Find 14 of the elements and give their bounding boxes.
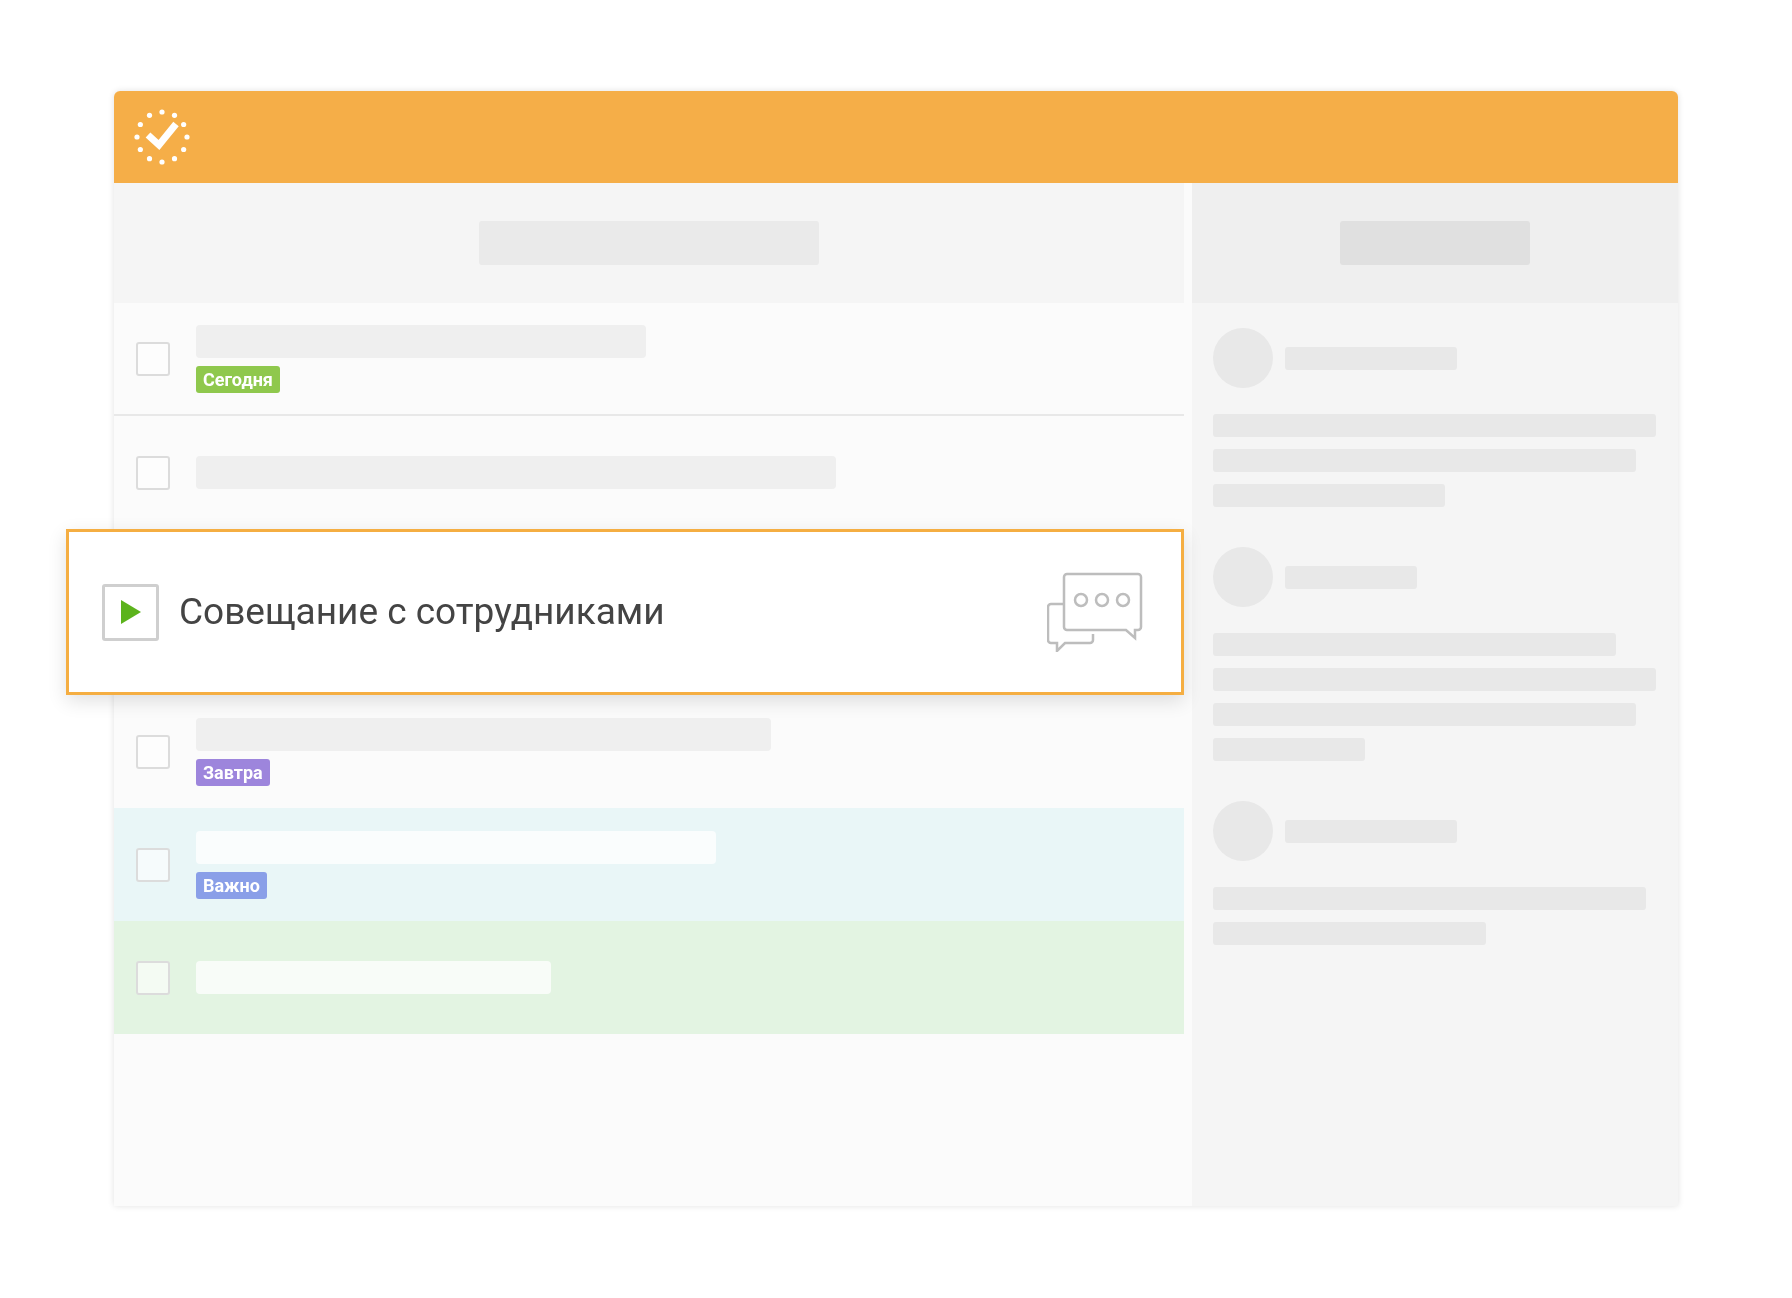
checkbox[interactable] (136, 847, 170, 882)
checkbox[interactable] (136, 960, 170, 995)
checkbox[interactable] (136, 455, 170, 490)
tag: Завтра (196, 758, 270, 786)
check-clock-icon (132, 107, 192, 167)
checkbox[interactable] (136, 341, 170, 376)
active-task-card[interactable]: Совещание с сотрудниками (66, 529, 1184, 695)
checkbox[interactable] (136, 734, 170, 769)
play-button[interactable] (102, 583, 159, 641)
tag: Сегодня (196, 365, 280, 393)
task-title: Совещание с сотрудниками (179, 589, 666, 636)
chat-bubbles-icon (1047, 572, 1143, 652)
play-icon (119, 599, 142, 625)
tag: Важно (196, 871, 267, 899)
